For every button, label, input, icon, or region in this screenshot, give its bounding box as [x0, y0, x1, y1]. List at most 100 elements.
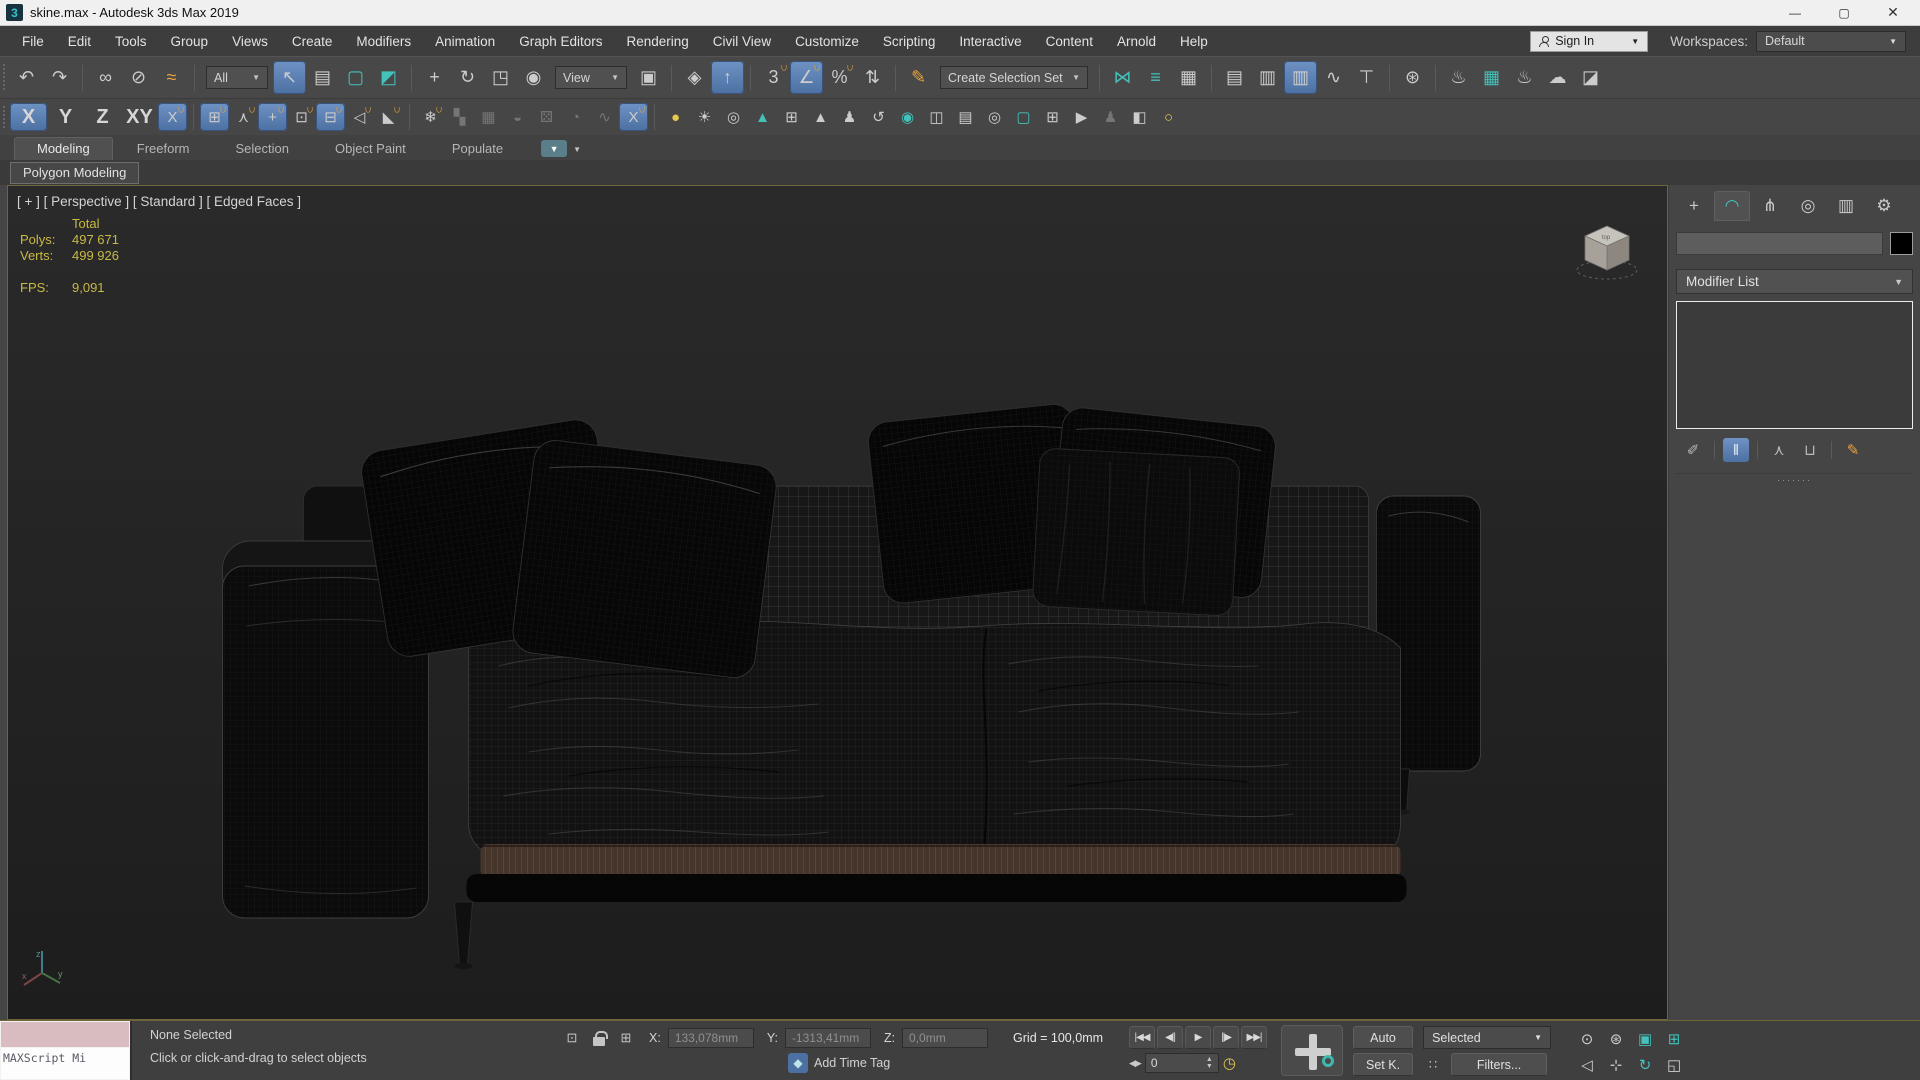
field-of-view[interactable]: ◁ [1573, 1052, 1601, 1077]
arc-rotate[interactable]: ↺ [864, 103, 893, 131]
set-key-button[interactable]: Set K. [1353, 1053, 1414, 1076]
chevron-down-icon[interactable]: ▼ [573, 145, 581, 154]
cfx-light[interactable]: ○ [1154, 103, 1183, 131]
midpoint-snap[interactable]: ⊟ ∩ [316, 103, 345, 131]
next-frame[interactable]: ||▶ [1213, 1026, 1240, 1049]
previous-frame[interactable]: ◀|| [1157, 1026, 1184, 1049]
select-and-scale[interactable]: ◳ [484, 61, 517, 94]
zoom[interactable]: ⊙ [1573, 1026, 1601, 1051]
set-keys-button[interactable] [1281, 1025, 1344, 1076]
render-presets[interactable]: ◪ [1574, 61, 1607, 94]
modifier-list-dropdown[interactable]: Modifier List ▼ [1676, 269, 1913, 294]
overlay-window[interactable]: ▢ [1009, 103, 1038, 131]
viewcube[interactable]: top [1569, 220, 1645, 286]
go-to-start[interactable]: |◀◀ [1129, 1026, 1156, 1049]
toggle-layer-explorer[interactable]: ▥ [1251, 61, 1284, 94]
pivot-snap[interactable]: + ∩ [258, 103, 287, 131]
use-pivot-point-center[interactable]: ▣ [632, 61, 665, 94]
modifier-stack[interactable] [1676, 301, 1913, 429]
zoom-all[interactable]: ⊛ [1602, 1026, 1630, 1051]
material-editor[interactable]: ⊛ [1396, 61, 1429, 94]
isolate-selection-icon[interactable]: ⊡ [562, 1028, 582, 1048]
close-button[interactable]: ✕ [1872, 0, 1914, 25]
create-sun[interactable]: ☀ [690, 103, 719, 131]
menu-file[interactable]: File [10, 29, 56, 54]
viewport-label[interactable]: [ + ] [ Perspective ] [ Standard ] [ Edg… [17, 194, 301, 209]
unlink-selection[interactable]: ⊘ [122, 61, 155, 94]
soft-selection[interactable]: ◒ [503, 103, 532, 131]
menu-tools[interactable]: Tools [103, 29, 159, 54]
select-and-move[interactable]: + [418, 61, 451, 94]
viewport-layout[interactable]: ◫ [922, 103, 951, 131]
menu-modifiers[interactable]: Modifiers [344, 29, 423, 54]
lattice-tool[interactable]: ▦ [474, 103, 503, 131]
curve-editor[interactable]: ∿ [1317, 61, 1350, 94]
reference-coordinate-system[interactable]: View ▼ [555, 66, 627, 89]
vertex-snap[interactable]: ⋏ ∩ [229, 103, 258, 131]
ribbon-tab-populate[interactable]: Populate [430, 138, 525, 160]
auto-key-button[interactable]: Auto [1353, 1026, 1414, 1049]
snaps-toggle-3d[interactable]: 3 ∩ [757, 61, 790, 94]
z-coordinate-field[interactable]: 0,0mm [902, 1028, 989, 1048]
menu-arnold[interactable]: Arnold [1105, 29, 1168, 54]
layer-manager[interactable]: ▦ [1172, 61, 1205, 94]
menu-create[interactable]: Create [280, 29, 345, 54]
select-and-place[interactable]: ◉ [517, 61, 550, 94]
axis-snap-constraint[interactable]: X ∩ [158, 103, 187, 131]
menu-views[interactable]: Views [220, 29, 280, 54]
select-by-name[interactable]: ▤ [306, 61, 339, 94]
menu-customize[interactable]: Customize [783, 29, 871, 54]
edit-named-selection-sets[interactable]: ✎ [902, 61, 935, 94]
play-animation[interactable]: ▶ [1185, 1026, 1212, 1049]
snap-to-frozen[interactable]: ❄ ∩ [416, 103, 445, 131]
spinner-snap-toggle[interactable]: ⇅ [856, 61, 889, 94]
ribbon-tab-object-paint[interactable]: Object Paint [313, 138, 428, 160]
angle-snap-toggle[interactable]: ∠ ∩ [790, 61, 823, 94]
split-view[interactable]: ◧ [1125, 103, 1154, 131]
filters-button[interactable]: Filters... [1451, 1053, 1548, 1076]
toggle-scene-explorer[interactable]: ▤ [1218, 61, 1251, 94]
add-utility[interactable]: ⊞ [1038, 103, 1067, 131]
frame-back-forward-icon[interactable]: ◀▶ [1129, 1058, 1142, 1069]
current-frame-field[interactable]: 0 ▲ ▼ [1144, 1053, 1219, 1073]
object-color-swatch[interactable] [1890, 232, 1913, 255]
schematic-view[interactable]: ⊤ [1350, 61, 1383, 94]
maxscript-mini-listener[interactable]: MAXScript Mi [0, 1021, 132, 1080]
create-foliage[interactable]: ▲ [748, 103, 777, 131]
menu-civil-view[interactable]: Civil View [701, 29, 783, 54]
checker-pattern-tool[interactable]: ▚ [445, 103, 474, 131]
sign-in-button[interactable]: Sign In ▼ [1530, 30, 1649, 52]
align-button[interactable]: ≡ [1139, 61, 1172, 94]
configure-modifier-sets[interactable]: ✎ [1840, 438, 1866, 462]
cp-tab-motion[interactable]: ◎ [1790, 191, 1826, 221]
spinner-arrows-icon[interactable]: ▲ ▼ [1206, 1056, 1213, 1070]
rectangular-selection-region[interactable]: ▢ [339, 61, 372, 94]
create-tree[interactable]: ▲ [806, 103, 835, 131]
select-and-manipulate[interactable]: ◈ [678, 61, 711, 94]
y-coordinate-field[interactable]: -1313,41mm [784, 1028, 871, 1048]
menu-help[interactable]: Help [1168, 29, 1220, 54]
edit-soft-selection[interactable]: ⚄ [532, 103, 561, 131]
xy-plane-constraint[interactable]: XY [121, 103, 158, 131]
keyboard-shortcut-override[interactable]: ↑ [711, 61, 744, 94]
tab-polygon-modeling[interactable]: Polygon Modeling [10, 161, 140, 184]
undo-button[interactable]: ↶ [10, 61, 43, 94]
menu-content[interactable]: Content [1034, 29, 1105, 54]
x-axis-constraint[interactable]: X [10, 103, 47, 131]
select-object[interactable]: ↖ [273, 61, 306, 94]
face-snap[interactable]: ◁ ∩ [345, 103, 374, 131]
asset-library[interactable]: ⊞ [777, 103, 806, 131]
percent-snap-toggle[interactable]: % ∩ [823, 61, 856, 94]
key-filters-icon[interactable]: ∷ [1423, 1055, 1443, 1075]
select-and-link[interactable]: ∞ [89, 61, 122, 94]
add-time-tag-label[interactable]: Add Time Tag [814, 1056, 890, 1070]
show-end-result[interactable]: ‖ [1723, 438, 1749, 462]
populate-crowd[interactable]: ♟ [1096, 103, 1125, 131]
cp-tab-hierarchy[interactable]: ⋔ [1752, 191, 1788, 221]
redo-button[interactable]: ↷ [43, 61, 76, 94]
perspective-viewport[interactable]: [ + ] [ Perspective ] [ Standard ] [ Edg… [7, 185, 1668, 1020]
render-production[interactable]: ♨ [1508, 61, 1541, 94]
pin-stack[interactable]: ✐ [1680, 438, 1706, 462]
menu-interactive[interactable]: Interactive [947, 29, 1033, 54]
grid-point-snap[interactable]: ⊞ ∩ [200, 103, 229, 131]
